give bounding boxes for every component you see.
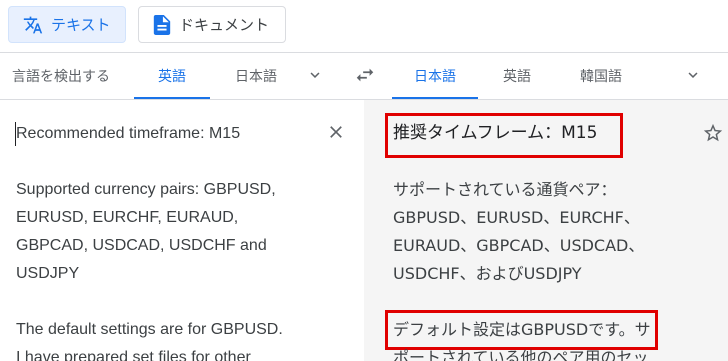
star-icon[interactable]	[702, 122, 724, 144]
translation-line: GBPUSD、EURUSD、EURCHF、	[393, 208, 640, 227]
target-lang-english[interactable]: 英語	[503, 66, 531, 86]
chevron-down-icon[interactable]	[306, 66, 324, 84]
source-lang-english[interactable]: 英語	[158, 66, 186, 86]
source-text-line[interactable]: GBPCAD, USDCAD, USDCHF and	[16, 232, 267, 260]
source-text-line[interactable]: USDJPY	[16, 260, 79, 288]
source-text-line[interactable]: EURUSD, EURCHF, EURAUD,	[16, 204, 238, 232]
text-mode-label: テキスト	[51, 16, 111, 34]
source-lang-detect[interactable]: 言語を検出する	[12, 66, 110, 86]
clear-source-icon[interactable]	[326, 122, 346, 142]
top-divider	[0, 52, 728, 53]
highlight-box	[385, 113, 623, 158]
target-lang-japanese[interactable]: 日本語	[414, 66, 456, 86]
target-lang-korean[interactable]: 韓国語	[580, 66, 622, 86]
chevron-down-icon[interactable]	[684, 66, 702, 84]
translation-line: EURAUD、GBPCAD、USDCAD、	[393, 236, 645, 255]
source-text-line[interactable]: The default settings are for GBPUSD.	[16, 316, 283, 344]
document-mode-button[interactable]: ドキュメント	[138, 6, 286, 43]
swap-languages-icon[interactable]	[354, 64, 376, 86]
source-lang-japanese[interactable]: 日本語	[235, 66, 277, 86]
translate-icon	[23, 15, 43, 35]
source-text-line[interactable]: Supported currency pairs: GBPUSD,	[16, 176, 276, 204]
text-mode-button[interactable]: テキスト	[8, 6, 126, 43]
translation-line: USDCHF、およびUSDJPY	[393, 264, 582, 283]
translation-line: サポートされている通貨ペア：	[393, 180, 617, 199]
translation-line: ポートされている他のペア用のセッ	[393, 348, 649, 361]
document-mode-label: ドキュメント	[179, 16, 270, 34]
document-icon	[153, 14, 171, 35]
source-text-line[interactable]: Recommended timeframe: M15	[16, 120, 240, 148]
source-text-line[interactable]: I have prepared set files for other	[16, 344, 251, 361]
